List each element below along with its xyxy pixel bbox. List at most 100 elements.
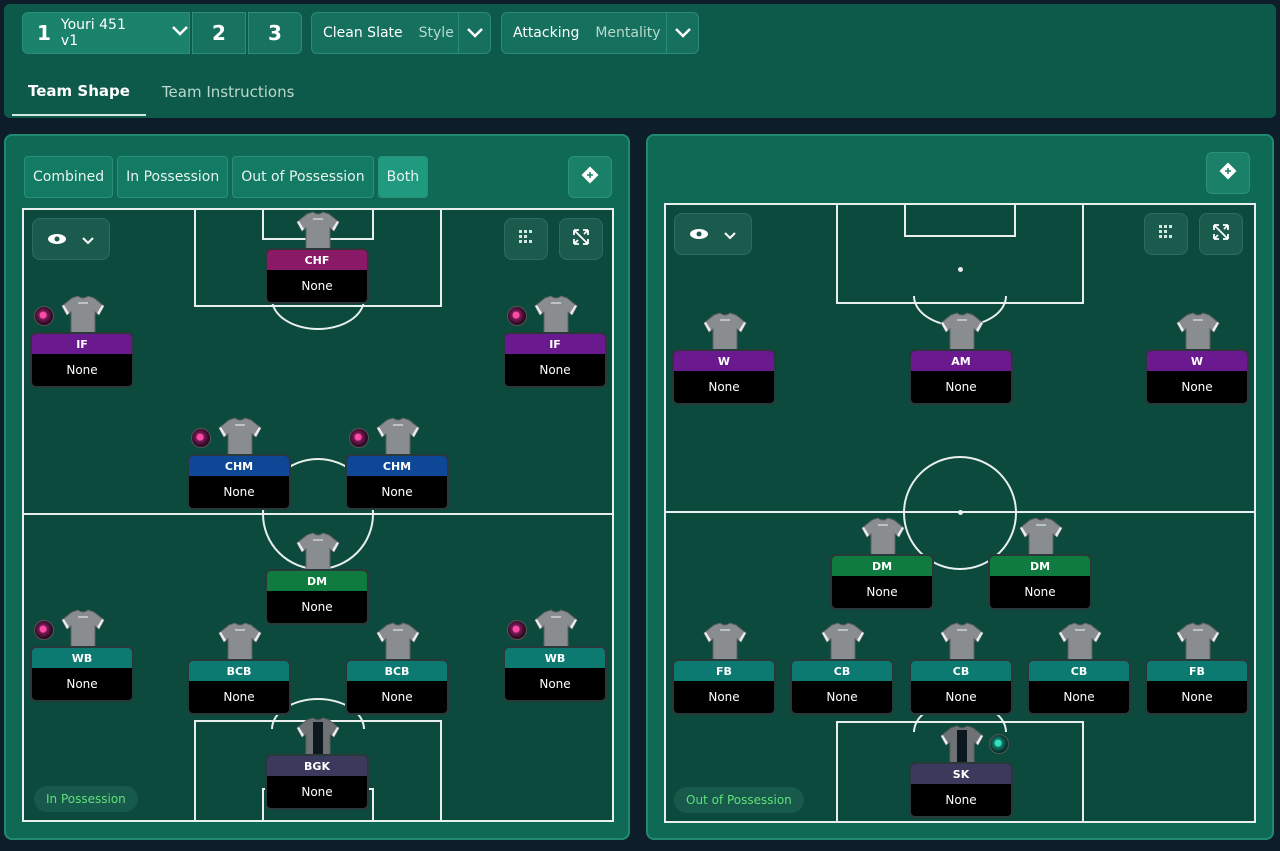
view-out-of-possession-button[interactable]: Out of Possession [232, 156, 374, 198]
mentality-dropdown[interactable]: Attacking Mentality [501, 12, 699, 54]
style-dropdown[interactable]: Clean Slate Style [311, 12, 491, 54]
view-combined-button[interactable]: Combined [24, 156, 114, 198]
player-card-dm[interactable]: DM None [988, 516, 1092, 612]
duty-label: None [1024, 585, 1056, 599]
player-card-am[interactable]: AM None [909, 311, 1013, 407]
tab-team-shape[interactable]: Team Shape [12, 68, 146, 116]
role-label: BGK [267, 756, 367, 776]
duty-label: None [539, 363, 571, 377]
duty-label: None [708, 380, 740, 394]
player-trait-icon[interactable] [191, 428, 211, 448]
tactic-slot-group: 1 Youri 451 v1 2 3 [22, 12, 302, 54]
grid-toggle-button[interactable] [1144, 213, 1188, 255]
shirt-icon [533, 608, 579, 648]
mentality-value: Attacking [513, 25, 580, 41]
view-in-possession-button[interactable]: In Possession [117, 156, 229, 198]
role-card: CB None [909, 659, 1013, 715]
player-card-dm[interactable]: DM None [265, 531, 369, 627]
role-card: CHF None [265, 248, 369, 304]
player-trait-icon[interactable] [34, 306, 54, 326]
chevron-down-icon[interactable] [666, 13, 698, 53]
role-card: CB None [790, 659, 894, 715]
player-trait-icon[interactable] [507, 620, 527, 640]
role-label: CB [1029, 661, 1129, 681]
player-card-w[interactable]: W None [1145, 311, 1249, 407]
shirt-icon [939, 311, 985, 351]
shirt-icon [60, 608, 106, 648]
phase-label: Out of Possession [674, 787, 804, 813]
duty-label: None [223, 690, 255, 704]
tactic-slot-1[interactable]: 1 Youri 451 v1 [22, 12, 190, 54]
role-label: BCB [189, 661, 289, 681]
player-card-bcb[interactable]: BCB None [187, 621, 291, 717]
player-trait-icon[interactable] [349, 428, 369, 448]
pitch-layout-button[interactable] [1206, 152, 1250, 194]
duty-label: None [1181, 690, 1213, 704]
player-card-chm[interactable]: CHM None [187, 416, 291, 512]
duty-label: None [826, 690, 858, 704]
eye-icon [47, 230, 67, 249]
shirt-icon [702, 621, 748, 661]
tactic-slot-2[interactable]: 2 [192, 12, 246, 54]
player-card-fb[interactable]: FB None [1145, 621, 1249, 717]
pitch: In Possession CHF None IF None IF None CHM None… [22, 208, 614, 822]
player-card-cb[interactable]: CB None [790, 621, 894, 717]
pitch-layout-button[interactable] [568, 156, 612, 198]
player-card-chm[interactable]: CHM None [345, 416, 449, 512]
shirt-icon [295, 531, 341, 571]
player-trait-icon[interactable] [34, 620, 54, 640]
player-card-wb[interactable]: WB None [30, 608, 134, 704]
role-label: WB [505, 648, 605, 668]
chevron-down-icon[interactable] [458, 13, 490, 53]
player-trait-icon[interactable] [507, 306, 527, 326]
shirt-icon [820, 621, 866, 661]
grid-icon [1158, 224, 1174, 244]
duty-label: None [381, 690, 413, 704]
shirt-icon [939, 621, 985, 661]
role-label: CHM [347, 456, 447, 476]
role-label: W [674, 351, 774, 371]
role-label: DM [832, 556, 932, 576]
shirt-icon [375, 621, 421, 661]
player-card-chf[interactable]: CHF None [265, 210, 369, 306]
role-label: AM [911, 351, 1011, 371]
view-both-button[interactable]: Both [377, 156, 429, 198]
player-card-bcb[interactable]: BCB None [345, 621, 449, 717]
tab-team-instructions[interactable]: Team Instructions [146, 68, 311, 116]
duty-label: None [223, 485, 255, 499]
role-card: AM None [909, 349, 1013, 405]
player-card-if[interactable]: IF None [503, 294, 607, 390]
grid-toggle-button[interactable] [504, 218, 548, 260]
player-card-if[interactable]: IF None [30, 294, 134, 390]
expand-button[interactable] [1199, 213, 1243, 255]
player-card-cb[interactable]: CB None [909, 621, 1013, 717]
player-card-bgk[interactable]: BGK None [265, 716, 369, 812]
shirt-icon [1175, 311, 1221, 351]
shirt-icon [533, 294, 579, 334]
player-card-sk[interactable]: SK None [909, 724, 1013, 820]
slot-number: 1 [37, 21, 51, 45]
player-trait-icon[interactable] [989, 734, 1009, 754]
duty-label: None [945, 690, 977, 704]
player-card-cb[interactable]: CB None [1027, 621, 1131, 717]
shirt-icon [375, 416, 421, 456]
shirt-icon [1057, 621, 1103, 661]
role-card: W None [1145, 349, 1249, 405]
duty-label: None [66, 677, 98, 691]
role-card: IF None [30, 332, 134, 388]
role-card: IF None [503, 332, 607, 388]
penalty-spot [958, 267, 963, 272]
shirt-icon [217, 416, 263, 456]
player-card-dm[interactable]: DM None [830, 516, 934, 612]
player-card-w[interactable]: W None [672, 311, 776, 407]
expand-button[interactable] [559, 218, 603, 260]
player-card-wb[interactable]: WB None [503, 608, 607, 704]
player-card-fb[interactable]: FB None [672, 621, 776, 717]
visibility-dropdown[interactable] [674, 213, 752, 255]
tab-bar: Team Shape Team Instructions [12, 68, 310, 116]
role-card: BCB None [187, 659, 291, 715]
six-yard-box [904, 203, 1016, 237]
visibility-dropdown[interactable] [32, 218, 110, 260]
chevron-down-icon[interactable] [171, 25, 189, 41]
tactic-slot-3[interactable]: 3 [248, 12, 302, 54]
